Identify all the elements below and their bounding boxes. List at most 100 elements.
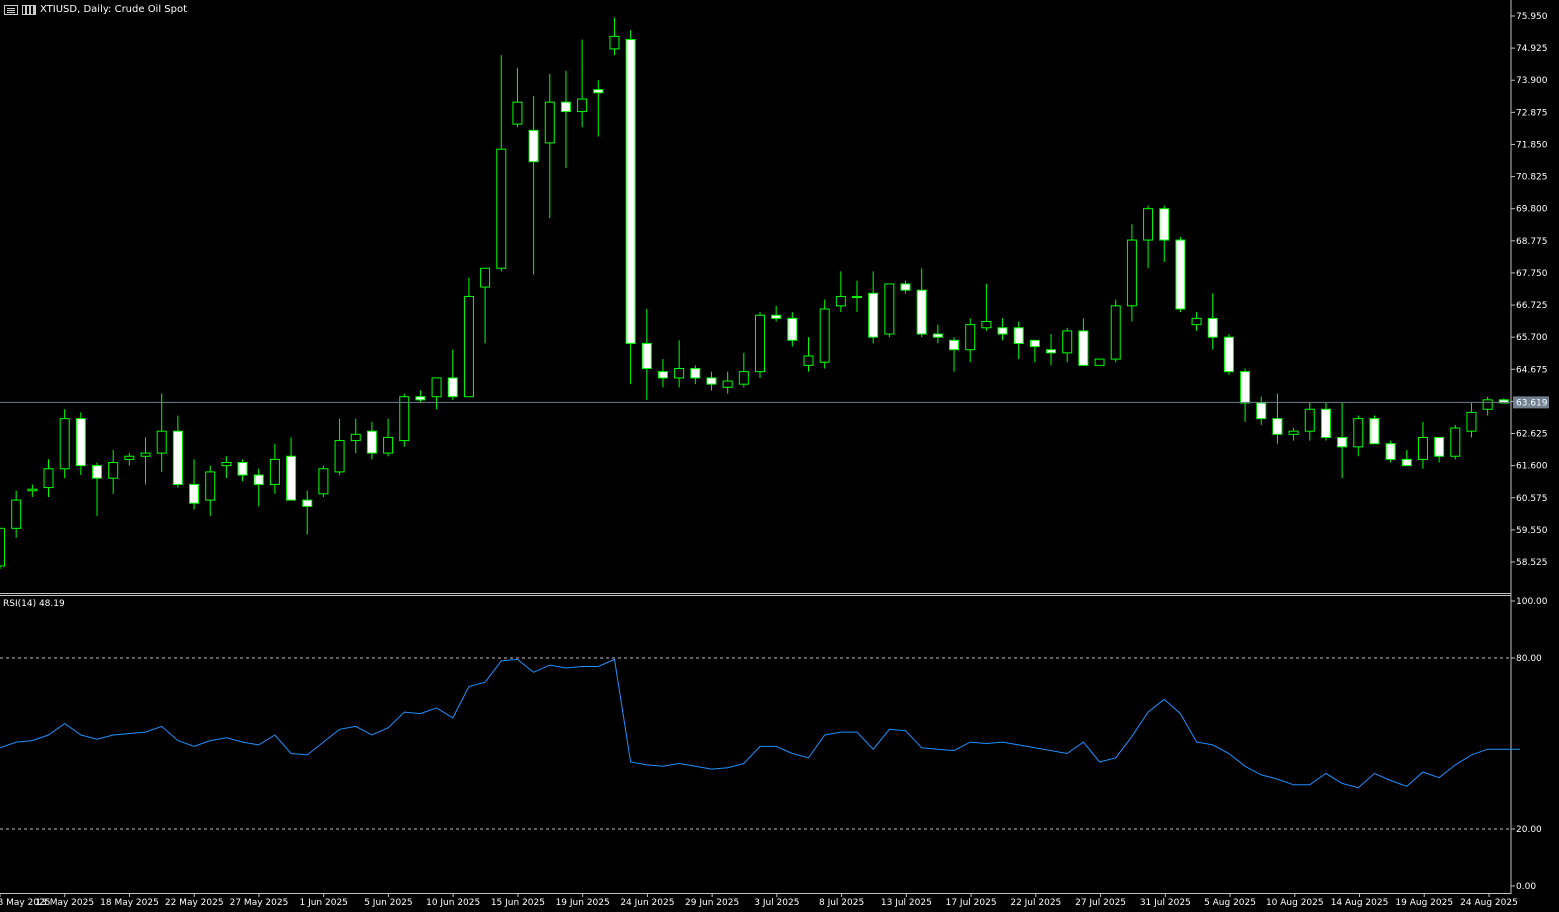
candle[interactable]: [754, 312, 765, 378]
candle[interactable]: [512, 67, 523, 128]
candle[interactable]: [577, 39, 588, 128]
candle[interactable]: [1110, 299, 1121, 363]
candle[interactable]: [1126, 224, 1137, 322]
candle[interactable]: [383, 418, 394, 457]
candle[interactable]: [1466, 402, 1477, 438]
candle[interactable]: [1401, 449, 1412, 467]
candle[interactable]: [835, 271, 846, 313]
candle[interactable]: [480, 267, 491, 344]
candle[interactable]: [819, 299, 830, 369]
candle[interactable]: [237, 459, 248, 482]
candle[interactable]: [11, 490, 22, 538]
candle[interactable]: [1272, 393, 1283, 444]
candle[interactable]: [1369, 415, 1380, 445]
candle[interactable]: [609, 17, 620, 56]
candle[interactable]: [431, 377, 442, 410]
candle[interactable]: [560, 70, 571, 168]
candle[interactable]: [1029, 339, 1040, 363]
candle-body: [92, 465, 103, 479]
candle[interactable]: [334, 418, 345, 476]
candle[interactable]: [1175, 236, 1186, 313]
candle[interactable]: [189, 459, 200, 510]
chart-area[interactable]: 75.950 74.925 73.900 72.875 71.850 70.825 69.8…: [0, 0, 1559, 912]
candle[interactable]: [92, 462, 103, 516]
candle[interactable]: [1353, 415, 1364, 457]
candle[interactable]: [981, 283, 992, 331]
candle[interactable]: [1046, 334, 1057, 366]
candle[interactable]: [1450, 424, 1461, 460]
candle[interactable]: [75, 412, 86, 476]
candle[interactable]: [674, 340, 685, 388]
candle[interactable]: [221, 456, 232, 479]
list-icon[interactable]: [4, 4, 18, 15]
candle[interactable]: [1304, 402, 1315, 441]
candle[interactable]: [657, 359, 668, 388]
candle[interactable]: [544, 73, 555, 219]
candle[interactable]: [0, 527, 5, 570]
candle[interactable]: [318, 465, 329, 497]
candle[interactable]: [1288, 428, 1299, 441]
candle[interactable]: [59, 409, 70, 479]
candle[interactable]: [1240, 368, 1251, 422]
candlesticks[interactable]: [0, 17, 1525, 570]
candle[interactable]: [124, 453, 135, 466]
candle[interactable]: [366, 421, 377, 460]
candle[interactable]: [253, 468, 264, 507]
candle[interactable]: [399, 393, 410, 447]
candle[interactable]: [1013, 321, 1024, 360]
candle[interactable]: [302, 490, 313, 535]
candle[interactable]: [722, 371, 733, 394]
candle[interactable]: [884, 283, 895, 338]
candle[interactable]: [140, 437, 151, 485]
candle[interactable]: [932, 324, 943, 344]
candle[interactable]: [528, 95, 539, 275]
candle[interactable]: [205, 465, 216, 516]
candle[interactable]: [1143, 205, 1154, 269]
candle[interactable]: [1078, 318, 1089, 366]
candle[interactable]: [1256, 396, 1267, 425]
candle[interactable]: [803, 337, 814, 372]
candle[interactable]: [997, 318, 1008, 341]
candle[interactable]: [1191, 312, 1202, 331]
candle[interactable]: [286, 437, 297, 501]
candle[interactable]: [415, 390, 426, 403]
candle[interactable]: [43, 459, 54, 497]
candle[interactable]: [949, 337, 960, 372]
candle[interactable]: [852, 280, 863, 313]
candle[interactable]: [269, 443, 280, 494]
candle[interactable]: [738, 352, 749, 388]
candle[interactable]: [787, 312, 798, 347]
candle[interactable]: [706, 371, 717, 391]
candle[interactable]: [593, 80, 604, 137]
candle[interactable]: [447, 349, 458, 400]
candle[interactable]: [641, 308, 652, 400]
candle[interactable]: [1159, 205, 1170, 262]
candle[interactable]: [868, 271, 879, 344]
candle-body: [852, 295, 863, 298]
candle[interactable]: [1207, 293, 1218, 350]
candle[interactable]: [1482, 396, 1493, 416]
candle[interactable]: [916, 268, 927, 338]
candle-body: [1143, 208, 1154, 241]
candle[interactable]: [1337, 402, 1348, 479]
candle[interactable]: [1385, 440, 1396, 463]
candle[interactable]: [1094, 358, 1105, 366]
candle[interactable]: [1320, 402, 1331, 441]
bar-chart-icon[interactable]: [22, 4, 36, 15]
candle[interactable]: [156, 393, 167, 472]
candle[interactable]: [1417, 421, 1428, 469]
candle[interactable]: [625, 30, 636, 385]
candle[interactable]: [172, 415, 183, 488]
candle[interactable]: [496, 55, 507, 272]
candle[interactable]: [108, 449, 119, 494]
candle[interactable]: [27, 484, 38, 497]
candle[interactable]: [771, 305, 782, 322]
candle[interactable]: [1223, 334, 1234, 375]
candle[interactable]: [463, 277, 474, 398]
candle[interactable]: [350, 418, 361, 454]
candle[interactable]: [965, 318, 976, 363]
candle[interactable]: [690, 365, 701, 385]
candle[interactable]: [1434, 436, 1445, 463]
candle[interactable]: [1062, 327, 1073, 363]
candle[interactable]: [900, 280, 911, 294]
